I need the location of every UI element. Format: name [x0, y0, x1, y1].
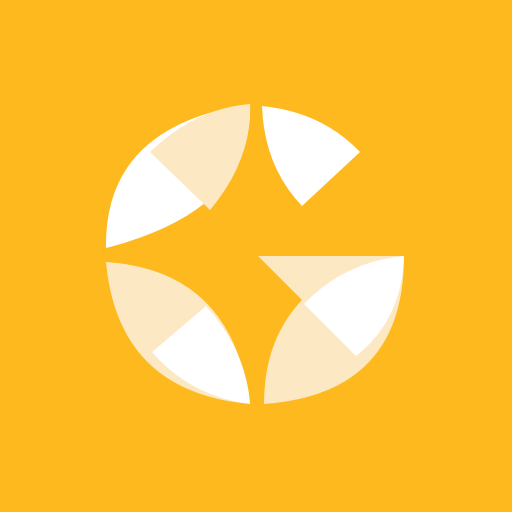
- app-icon-screen: { "icon": { "name": "g-logo-icon", "colo…: [0, 0, 512, 512]
- g-logo-icon: [0, 0, 512, 512]
- icon-background: [0, 0, 512, 512]
